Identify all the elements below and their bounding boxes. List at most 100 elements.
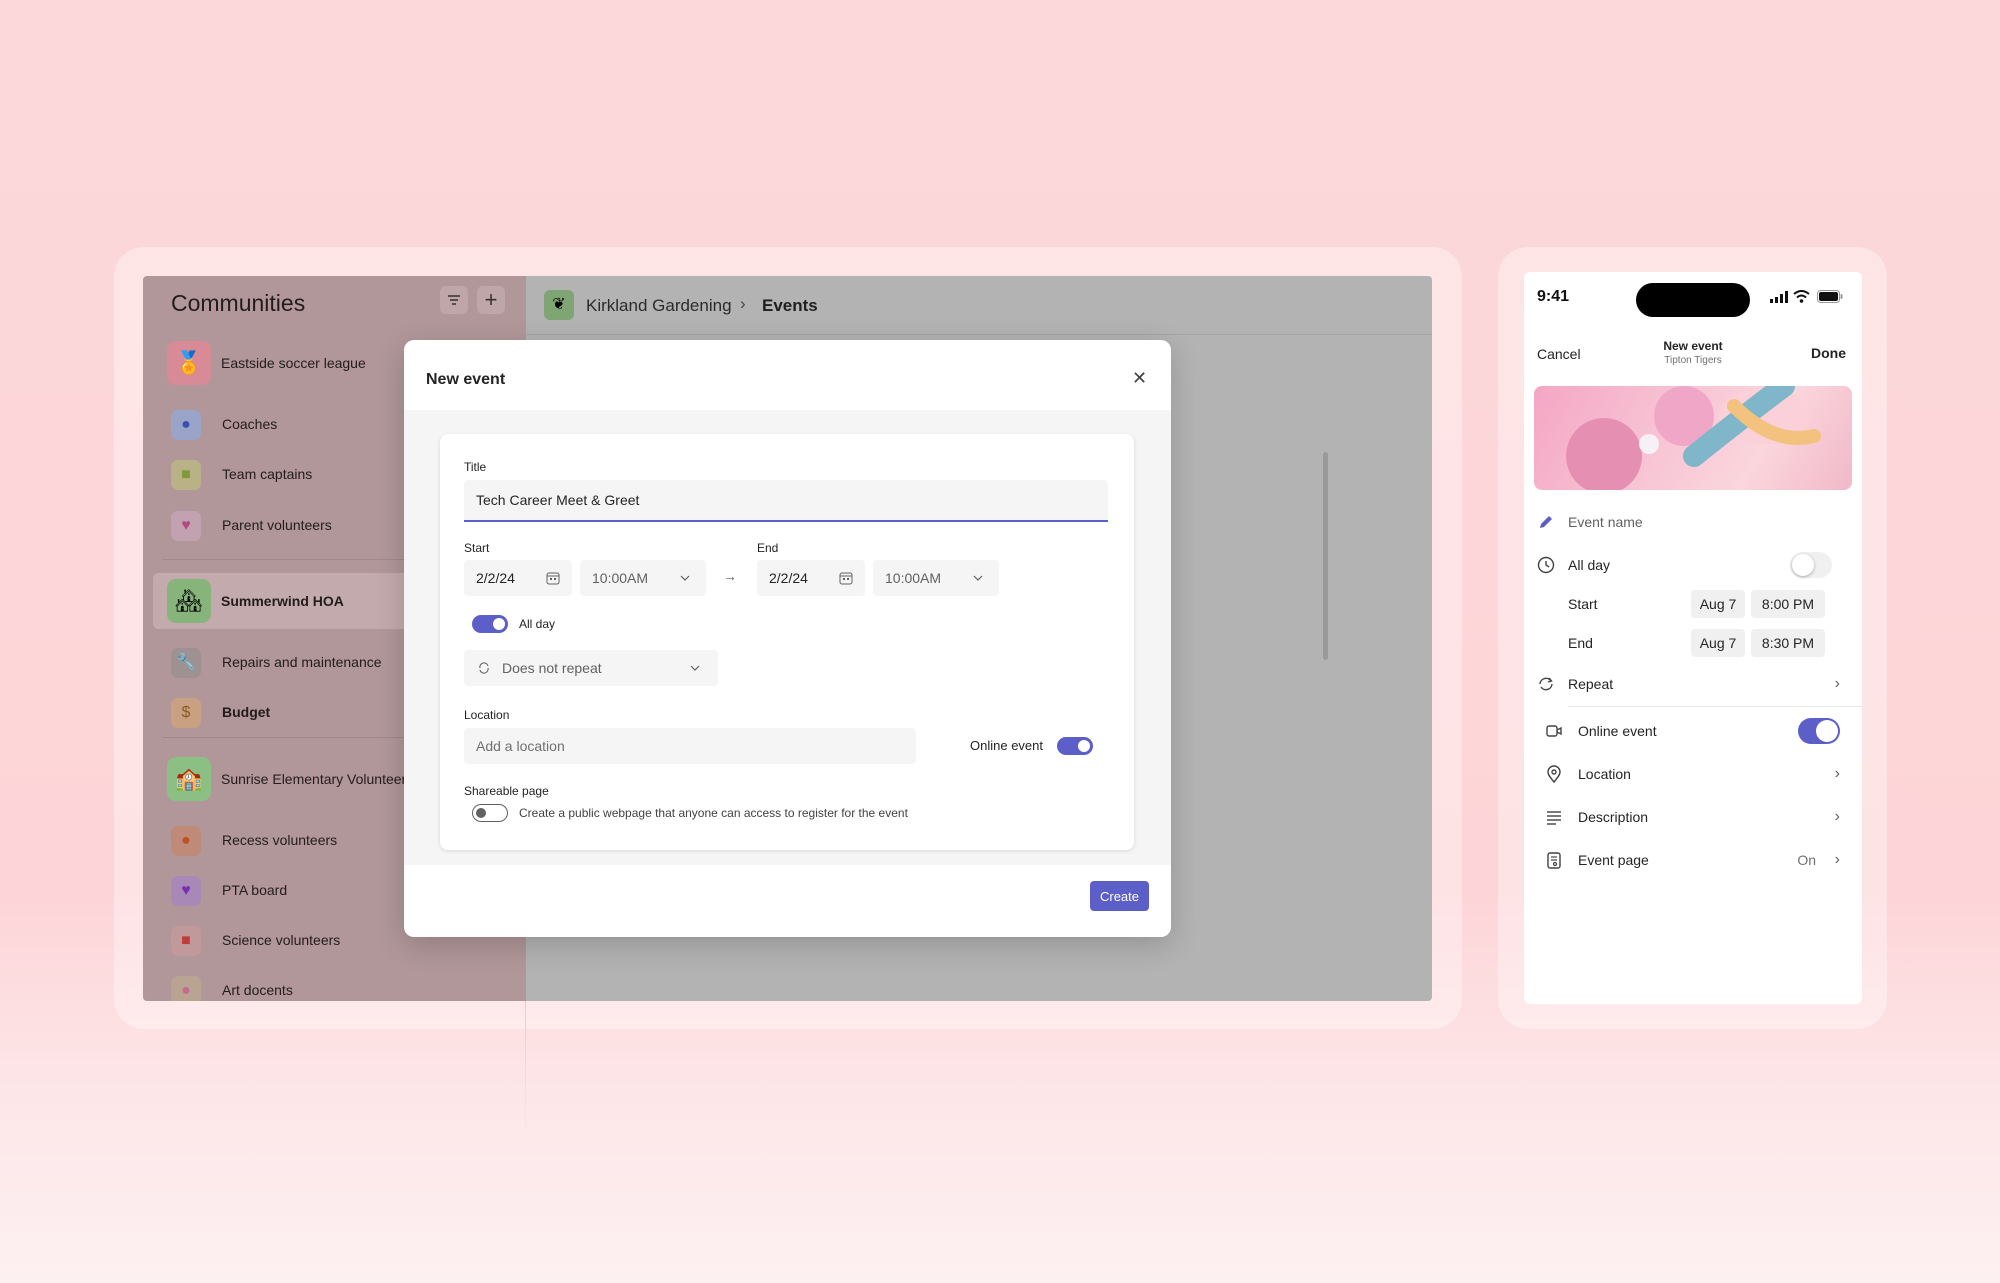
description-row[interactable]: Description ›: [1524, 797, 1862, 837]
start-label: Start: [464, 541, 490, 555]
breadcrumb-community[interactable]: Kirkland Gardening: [586, 296, 732, 316]
end-time-value: 8:30 PM: [1761, 635, 1815, 651]
title-input[interactable]: Tech Career Meet & Greet: [464, 480, 1108, 522]
title-input-value: Tech Career Meet & Greet: [476, 492, 640, 508]
event-name-row[interactable]: Event name: [1524, 502, 1862, 542]
end-label: End: [757, 541, 779, 555]
repeat-icon: [479, 662, 489, 674]
start-time-pill[interactable]: 8:00 PM: [1751, 590, 1825, 618]
divider: [1568, 706, 1862, 707]
channel-header: ❦ Kirkland Gardening › Events: [526, 276, 1432, 335]
end-date-pill[interactable]: Aug 7: [1691, 629, 1745, 657]
end-date-value: Aug 7: [1699, 635, 1737, 651]
arrow-right-icon: →: [723, 568, 737, 584]
start-date-picker[interactable]: 2/2/24: [464, 560, 572, 596]
location-input[interactable]: Add a location: [464, 728, 916, 764]
event-name-placeholder: Event name: [1568, 514, 1643, 530]
status-bar-time: 9:41: [1537, 288, 1570, 305]
add-community-button[interactable]: +: [477, 286, 505, 314]
captain-icon: ■: [171, 460, 201, 490]
phone-screen: 9:41 Cancel New event Tipton Tigers Done…: [1524, 272, 1862, 1004]
money-bag-icon: $: [171, 698, 201, 728]
end-time-pill[interactable]: 8:30 PM: [1751, 629, 1825, 657]
switch-knob: [1792, 554, 1814, 576]
online-event-toggle[interactable]: [1057, 737, 1093, 755]
start-time-value: 8:00 PM: [1761, 596, 1815, 612]
channel-label: Team captains: [222, 466, 313, 482]
community-label: Summerwind HOA: [221, 593, 344, 609]
shareable-page-toggle[interactable]: [472, 804, 508, 822]
create-button[interactable]: Create: [1090, 881, 1149, 911]
medal-icon: 🏅: [167, 341, 211, 385]
channel-label: Science volunteers: [222, 932, 341, 948]
community-label: Sunrise Elementary Volunteers: [221, 771, 414, 787]
start-label: Start: [1568, 596, 1598, 612]
basketball-icon: ●: [171, 826, 201, 856]
chevron-down-icon: [690, 665, 700, 671]
start-time-dropdown[interactable]: 10:00AM: [580, 560, 706, 596]
end-date-picker[interactable]: 2/2/24: [757, 560, 865, 596]
chevron-right-icon: ›: [1834, 808, 1840, 825]
repeat-dropdown[interactable]: Does not repeat: [464, 650, 718, 686]
done-button[interactable]: Done: [1811, 345, 1846, 361]
scrollbar-thumb[interactable]: [1323, 452, 1328, 660]
all-day-toggle[interactable]: [472, 615, 508, 633]
channel-label: Parent volunteers: [222, 517, 332, 533]
chevron-down-icon: [680, 575, 690, 581]
whistle-icon: ●: [171, 410, 201, 440]
houses-icon: 🏘: [167, 579, 211, 623]
wifi-icon: [1793, 290, 1810, 303]
all-day-switch[interactable]: [1790, 552, 1832, 578]
end-label: End: [1568, 635, 1593, 651]
heart-hands-icon: ♥: [171, 511, 201, 541]
pencil-icon: [1540, 516, 1552, 528]
location-row[interactable]: Location ›: [1524, 754, 1862, 794]
repeat-row[interactable]: Repeat ›: [1524, 664, 1862, 704]
start-date-value: Aug 7: [1699, 596, 1737, 612]
calendar-icon: [839, 572, 853, 585]
event-page-value: On: [1797, 852, 1816, 868]
breadcrumb-separator-icon: ›: [740, 294, 746, 313]
start-time-value: 10:00AM: [592, 570, 649, 586]
new-event-dialog: New event ✕ Title Tech Career Meet & Gre…: [404, 340, 1171, 937]
breadcrumb-page: Events: [762, 296, 818, 315]
shareable-page-description: Create a public webpage that anyone can …: [519, 806, 908, 820]
description-label: Description: [1578, 809, 1649, 825]
end-row: End Aug 7 8:30 PM: [1524, 623, 1862, 663]
end-time-dropdown[interactable]: 10:00AM: [873, 560, 999, 596]
event-page-row[interactable]: Event page On ›: [1524, 840, 1862, 880]
shareable-page-label: Shareable page: [464, 784, 549, 798]
location-label: Location: [464, 708, 510, 722]
video-call-icon: [1546, 725, 1562, 737]
magnet-icon: ■: [171, 926, 201, 956]
purple-heart-icon: ♥: [171, 876, 201, 906]
end-time-value: 10:00AM: [885, 570, 942, 586]
wrench-icon: 🔧: [171, 648, 201, 678]
page-icon: [1547, 852, 1561, 869]
all-day-row: All day: [1524, 545, 1862, 585]
channel-art-docents[interactable]: ● Art docents: [153, 969, 526, 1001]
online-event-switch[interactable]: [1798, 718, 1840, 744]
palette-icon: ●: [171, 976, 201, 1001]
gardening-icon: ❦: [544, 290, 574, 320]
all-day-label: All day: [1568, 557, 1611, 573]
battery-icon: [1817, 290, 1843, 303]
filter-button[interactable]: [440, 286, 468, 314]
close-icon[interactable]: ✕: [1132, 368, 1147, 389]
channel-label: Art docents: [222, 982, 293, 998]
repeat-value: Does not repeat: [502, 660, 602, 676]
channel-label: Coaches: [222, 416, 278, 432]
switch-knob: [1816, 720, 1838, 742]
abstract-art-image: [1566, 386, 1821, 490]
school-icon: 🏫: [167, 757, 211, 801]
start-row: Start Aug 7 8:00 PM: [1524, 584, 1862, 624]
event-cover-image[interactable]: [1534, 386, 1852, 490]
location-label: Location: [1578, 766, 1631, 782]
chevron-right-icon: ›: [1834, 675, 1840, 692]
end-date-value: 2/2/24: [769, 570, 808, 586]
text-lines-icon: [1547, 811, 1561, 825]
start-date-pill[interactable]: Aug 7: [1691, 590, 1745, 618]
filter-icon: [448, 295, 460, 305]
event-form-card: Title Tech Career Meet & Greet Start 2/2…: [440, 434, 1134, 850]
repeat-label: Repeat: [1568, 676, 1614, 692]
